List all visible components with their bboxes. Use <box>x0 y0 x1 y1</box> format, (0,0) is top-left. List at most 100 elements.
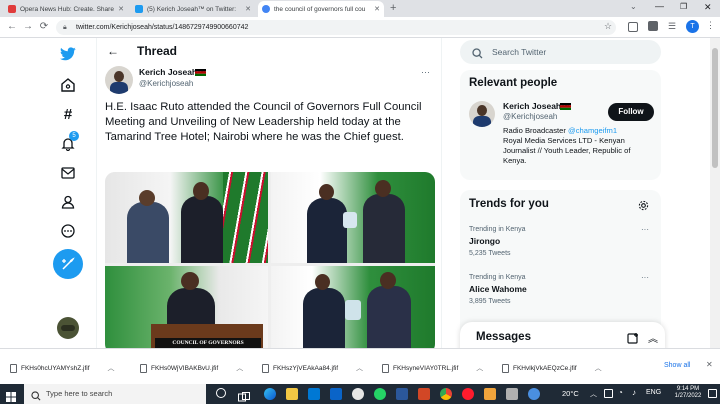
language-icon[interactable]: ENG <box>646 389 661 396</box>
chevron-up-icon[interactable]: ︿ <box>236 363 243 373</box>
google-favicon-icon <box>262 5 270 13</box>
scrollbar-thumb[interactable] <box>712 48 718 168</box>
close-icon[interactable]: ✕ <box>245 5 251 13</box>
trend-name: Alice Wahome <box>469 284 527 294</box>
windows-start-icon[interactable] <box>6 389 16 407</box>
window-close-icon[interactable]: ✕ <box>704 2 712 13</box>
tab-opera-news[interactable]: Opera News Hub: Create. Share ✕ <box>4 1 128 17</box>
download-item[interactable]: FKHvlkjVkAEQzCe.jfif ︿ <box>502 361 602 375</box>
clock[interactable]: 9:14 PM 1/27/2022 <box>672 386 704 399</box>
chrome-icon[interactable] <box>440 388 452 400</box>
trend-count: 5,235 Tweets <box>469 250 511 257</box>
store-icon[interactable] <box>308 388 320 400</box>
twitter-bird-logo-icon[interactable] <box>60 46 76 62</box>
whatsapp-icon[interactable] <box>374 388 386 400</box>
extensions-icon[interactable] <box>628 22 638 32</box>
tab-google-search[interactable]: the council of governors full cou ✕ <box>258 1 384 17</box>
back-arrow-icon[interactable]: ← <box>107 44 119 58</box>
opera-icon[interactable] <box>462 388 474 400</box>
new-tab-icon[interactable]: + <box>390 2 396 14</box>
download-item[interactable]: FKHszYjVEAkAa84.jfif ︿ <box>262 361 363 375</box>
tab-twitter[interactable]: (5) Kerich Joseah™ on Twitter: ✕ <box>131 1 255 17</box>
account-avatar[interactable] <box>57 317 79 339</box>
maximize-icon[interactable]: ❐ <box>680 2 687 11</box>
trend-item[interactable]: Trending in Kenya Alice Wahome 3,895 Twe… <box>469 273 654 305</box>
reading-list-icon[interactable]: ☰ <box>668 21 676 32</box>
compose-tweet-button[interactable] <box>53 249 83 279</box>
settings-gear-icon[interactable] <box>638 198 649 216</box>
app-icon[interactable] <box>506 388 518 400</box>
more-circle-icon[interactable] <box>60 223 76 239</box>
forward-arrow-icon[interactable]: → <box>22 21 34 33</box>
tweet-photo-2[interactable] <box>271 172 435 263</box>
word-icon[interactable] <box>396 388 408 400</box>
explore-hashtag-icon[interactable]: # <box>60 106 76 123</box>
close-icon[interactable]: ✕ <box>374 5 380 13</box>
expand-chevron-icon[interactable]: ︽ <box>648 330 658 345</box>
close-icon[interactable]: ✕ <box>706 360 713 369</box>
close-icon[interactable]: ✕ <box>118 5 124 13</box>
profile-person-icon[interactable] <box>60 194 76 210</box>
chevron-up-icon[interactable]: ︿ <box>108 363 115 373</box>
minimize-icon[interactable]: — <box>655 1 664 11</box>
tweet-photo-3[interactable]: COUNCIL OF GOVERNORS <box>105 266 268 348</box>
messages-drawer[interactable]: Messages ︽ <box>460 322 665 348</box>
file-explorer-icon[interactable] <box>286 388 298 400</box>
extension-puzzle-icon[interactable] <box>648 21 658 31</box>
task-view-icon[interactable] <box>238 389 250 407</box>
search-input[interactable]: Search Twitter <box>460 40 661 64</box>
windows-taskbar: Type here to search 20°C ︿ ◔ ♪ ENG 9:14 … <box>0 384 720 404</box>
tab-search-icon[interactable]: ⌄ <box>630 2 637 11</box>
back-arrow-icon[interactable]: ← <box>6 21 18 33</box>
profile-avatar-icon[interactable]: T <box>686 20 699 33</box>
page-scrollbar[interactable] <box>710 38 720 348</box>
tweet-more-icon[interactable]: ··· <box>421 67 430 77</box>
follow-button[interactable]: Follow <box>608 103 654 121</box>
powerpoint-icon[interactable] <box>418 388 430 400</box>
taskbar-search-placeholder: Type here to search <box>46 389 113 398</box>
bookmark-star-icon[interactable]: ☆ <box>604 21 612 32</box>
weather-icon[interactable] <box>528 388 540 400</box>
home-icon[interactable] <box>60 77 76 93</box>
bio-mention-link[interactable]: @chamgeifm1 <box>568 126 617 135</box>
mail-icon[interactable] <box>330 388 342 400</box>
author-name[interactable]: Kerich Joseah™ <box>139 67 206 77</box>
download-item[interactable]: FKHsyneVIAY0TRL.jfif ︿ <box>382 361 483 375</box>
show-all-button[interactable]: Show all <box>664 362 690 369</box>
new-message-icon[interactable] <box>627 331 639 348</box>
volume-icon[interactable]: ♪ <box>632 388 636 397</box>
messages-mail-icon[interactable] <box>60 165 76 181</box>
cortana-icon[interactable] <box>216 388 226 398</box>
trend-more-icon[interactable]: ··· <box>641 225 649 234</box>
trend-more-icon[interactable]: ··· <box>641 273 649 282</box>
tweet-photo-1[interactable] <box>105 172 268 263</box>
taskbar-search-box[interactable]: Type here to search <box>24 384 206 404</box>
chevron-up-icon[interactable]: ︿ <box>476 363 483 373</box>
reload-icon[interactable]: ⟳ <box>38 21 50 33</box>
relevant-avatar[interactable] <box>469 101 495 127</box>
temperature-label[interactable]: 20°C <box>562 389 579 398</box>
lock-icon: 🔒︎ <box>63 24 67 31</box>
edge-icon[interactable] <box>264 388 276 400</box>
wifi-icon[interactable]: ◔ <box>618 388 623 397</box>
notification-center-icon[interactable] <box>708 389 717 398</box>
tweet-photo-4[interactable] <box>271 266 435 348</box>
author-avatar[interactable] <box>105 66 133 94</box>
notifications-bell-icon[interactable]: 5 <box>60 131 79 152</box>
tray-chevron-icon[interactable]: ︿ <box>590 389 597 399</box>
media-icon[interactable] <box>352 388 364 400</box>
trend-item[interactable]: Trending in Kenya Jirongo 5,235 Tweets ·… <box>469 225 654 257</box>
relevant-name[interactable]: Kerich Joseah™ <box>503 101 571 111</box>
address-bar[interactable]: 🔒︎ twitter.com/Kerichjoseah/status/14867… <box>56 20 616 35</box>
trend-context: Trending in Kenya <box>469 226 526 233</box>
menu-kebab-icon[interactable]: ⋮ <box>706 20 715 31</box>
chevron-up-icon[interactable]: ︿ <box>356 363 363 373</box>
download-item[interactable]: FKHs0hcUYAMYshZ.jfif ︿ <box>10 361 115 375</box>
thread-column: ← Thread Kerich Joseah™ @Kerichjoseah ··… <box>96 38 442 348</box>
tweet-photo-grid: COUNCIL OF GOVERNORS <box>105 172 435 348</box>
download-item[interactable]: FKHs0WjVIBAKBvU.jfif ︿ <box>140 361 243 375</box>
twitter-sidebar-nav: # 5 <box>40 38 96 348</box>
app-icon[interactable] <box>484 388 496 400</box>
battery-icon[interactable] <box>604 389 613 398</box>
chevron-up-icon[interactable]: ︿ <box>595 363 602 373</box>
